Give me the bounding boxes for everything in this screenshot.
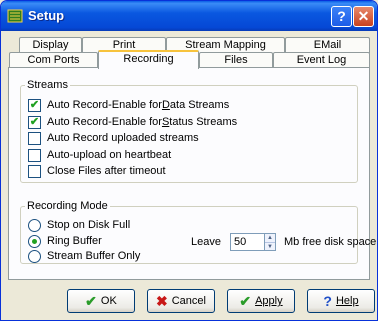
title-close-button[interactable]: ✕ bbox=[353, 6, 374, 27]
leave-free-space-row: Leave ▲ ▼ Mb free disk space bbox=[191, 233, 376, 251]
tab-recording[interactable]: Recording bbox=[98, 50, 199, 69]
radio-circle[interactable] bbox=[28, 249, 41, 263]
checkbox-box[interactable] bbox=[28, 164, 41, 178]
checkbox-label-pre: Auto Record-Enable for bbox=[47, 116, 162, 128]
help-label: Help bbox=[335, 295, 359, 307]
checkbox-label-hotkey: S bbox=[161, 116, 170, 128]
recording-mode-legend: Recording Mode bbox=[27, 200, 108, 212]
tab-files[interactable]: Files bbox=[199, 52, 273, 68]
setup-app-icon bbox=[7, 8, 23, 24]
ok-button[interactable]: ✔ OK bbox=[67, 289, 135, 313]
cross-icon: ✖ bbox=[156, 293, 168, 309]
radio-ring-buffer[interactable]: Ring Buffer bbox=[28, 234, 102, 248]
checkbox-box[interactable] bbox=[28, 148, 41, 162]
checkbox-label: Close Files after timeout bbox=[47, 165, 166, 177]
radio-label: Stream Buffer Only bbox=[47, 250, 141, 262]
apply-label: Apply bbox=[255, 295, 283, 307]
leave-suffix-label: Mb free disk space bbox=[283, 236, 377, 248]
radio-stop-on-disk-full[interactable]: Stop on Disk Full bbox=[28, 218, 130, 232]
spin-down-icon[interactable]: ▼ bbox=[264, 242, 275, 251]
checkbox-auto-record-data[interactable]: ✔ Auto Record-Enable for Data Streams bbox=[28, 98, 229, 112]
radio-stream-buffer-only[interactable]: Stream Buffer Only bbox=[28, 249, 140, 263]
checkbox-label-hotkey: D bbox=[161, 99, 170, 111]
title-bar[interactable]: Setup ? ✕ bbox=[1, 1, 377, 31]
help-button[interactable]: ? Help bbox=[307, 289, 375, 313]
checkbox-label: Auto-upload on heartbeat bbox=[47, 149, 172, 161]
radio-label: Stop on Disk Full bbox=[47, 219, 131, 231]
ok-label: OK bbox=[100, 295, 117, 307]
checkbox-box[interactable]: ✔ bbox=[28, 98, 41, 112]
checkbox-auto-record-uploaded[interactable]: Auto Record uploaded streams bbox=[28, 131, 199, 145]
tab-display[interactable]: Display bbox=[19, 37, 82, 53]
cancel-label: Cancel bbox=[171, 295, 206, 307]
streams-legend: Streams bbox=[27, 79, 68, 91]
checkbox-auto-record-status[interactable]: ✔ Auto Record-Enable for Status Streams bbox=[28, 115, 237, 129]
leave-mb-input[interactable] bbox=[229, 233, 265, 251]
radio-circle[interactable] bbox=[28, 234, 41, 248]
checkbox-box[interactable] bbox=[28, 131, 41, 145]
checkbox-label-post: tatus Streams bbox=[169, 116, 238, 128]
checkbox-close-files-timeout[interactable]: Close Files after timeout bbox=[28, 164, 166, 178]
window-title: Setup bbox=[28, 8, 65, 23]
radio-label: Ring Buffer bbox=[47, 235, 102, 247]
setup-dialog: Setup ? ✕ Display Print Stream Mapping E… bbox=[0, 0, 378, 321]
tab-email[interactable]: EMail bbox=[285, 37, 370, 53]
tab-com-ports[interactable]: Com Ports bbox=[9, 52, 98, 68]
leave-label: Leave bbox=[191, 236, 221, 248]
spin-up-icon[interactable]: ▲ bbox=[265, 234, 275, 242]
cancel-button[interactable]: ✖ Cancel bbox=[147, 289, 215, 313]
checkmark-icon: ✔ bbox=[239, 293, 252, 309]
recording-panel: Streams ✔ Auto Record-Enable for Data St… bbox=[8, 67, 376, 280]
checkbox-label-post: ata Streams bbox=[169, 99, 230, 111]
title-help-button[interactable]: ? bbox=[331, 6, 352, 27]
checkbox-auto-upload-heartbeat[interactable]: Auto-upload on heartbeat bbox=[28, 148, 171, 162]
question-mark-icon: ? bbox=[323, 293, 332, 309]
leave-mb-spinner[interactable]: ▲ ▼ bbox=[264, 233, 276, 251]
radio-circle[interactable] bbox=[28, 218, 41, 232]
checkbox-box[interactable]: ✔ bbox=[28, 115, 41, 129]
checkmark-icon: ✔ bbox=[85, 293, 97, 309]
checkbox-label: Auto Record uploaded streams bbox=[47, 132, 199, 144]
tab-event-log[interactable]: Event Log bbox=[273, 52, 370, 68]
checkbox-label-pre: Auto Record-Enable for bbox=[47, 99, 162, 111]
apply-button[interactable]: ✔ Apply bbox=[227, 289, 295, 313]
